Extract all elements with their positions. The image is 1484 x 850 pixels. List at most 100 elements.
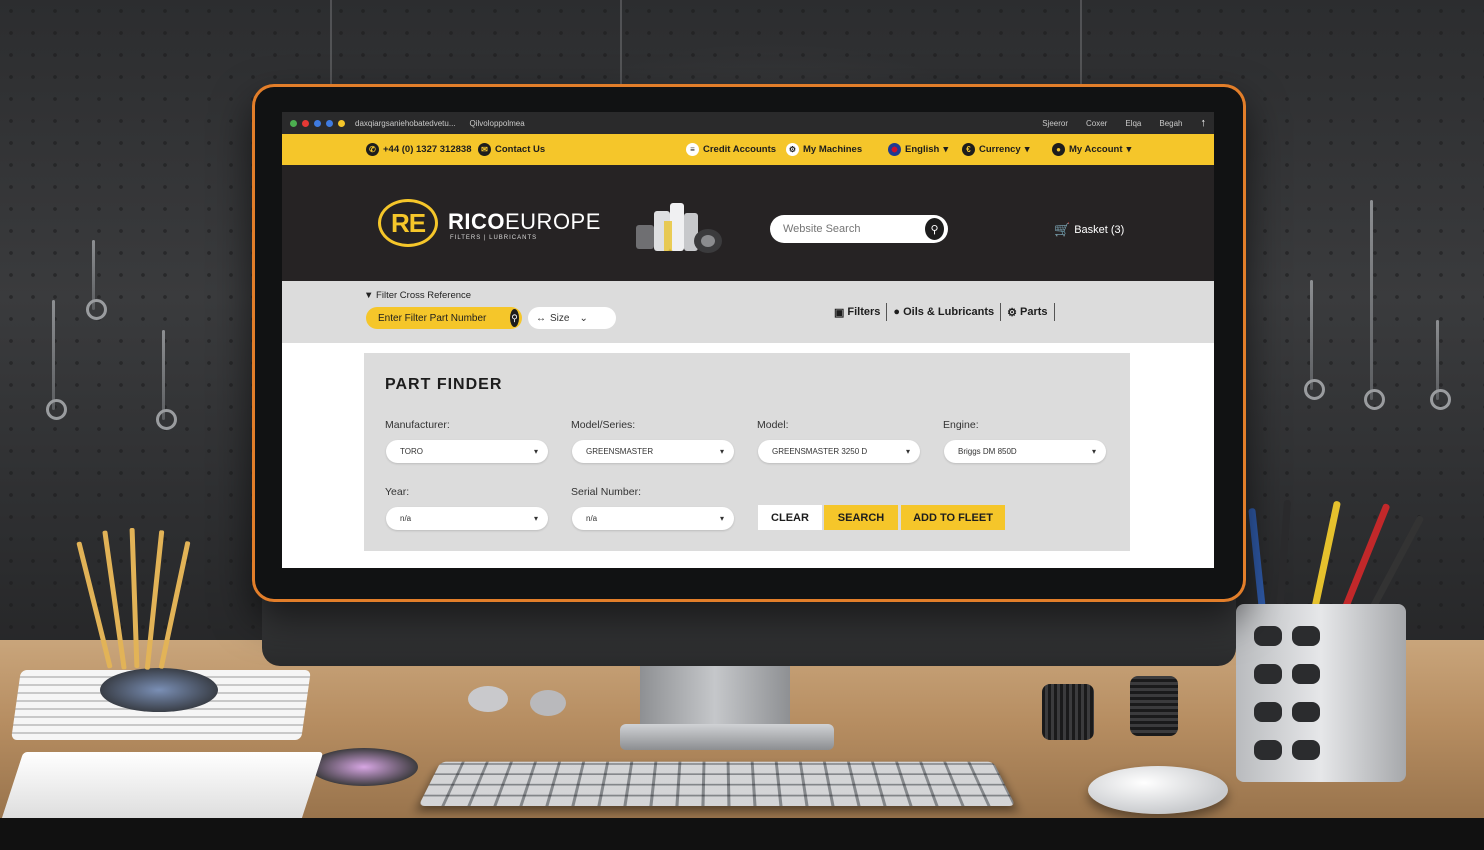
contact-link[interactable]: ✉ Contact Us bbox=[478, 143, 545, 156]
parts-icon: ⚙ bbox=[1007, 306, 1018, 319]
browser-menu-item[interactable]: Elqa bbox=[1125, 119, 1141, 128]
language-label: English bbox=[905, 144, 940, 155]
serial-number-label: Serial Number: bbox=[571, 486, 642, 498]
hanging-tool bbox=[1430, 320, 1451, 410]
model-select[interactable]: GREENSMASTER 3250 D ▾ bbox=[758, 440, 920, 463]
browser-menu-item[interactable]: Begah bbox=[1159, 119, 1182, 128]
notebook bbox=[0, 752, 324, 822]
language-selector[interactable]: English ▾ bbox=[888, 143, 948, 156]
search-icon[interactable]: ⚲ bbox=[925, 218, 944, 240]
part-number-input[interactable] bbox=[378, 312, 510, 324]
category-filters[interactable]: ▣ Filters bbox=[828, 303, 888, 321]
window-dot[interactable] bbox=[302, 119, 309, 127]
my-machines-label: My Machines bbox=[803, 144, 863, 155]
window-dot[interactable] bbox=[326, 119, 333, 127]
engine-select[interactable]: Briggs DM 850D ▾ bbox=[944, 440, 1106, 463]
serial-number-select[interactable]: n/a ▾ bbox=[572, 507, 734, 530]
credit-icon: ≡ bbox=[686, 143, 699, 156]
filter-part-number-field[interactable]: ⚲ bbox=[366, 307, 522, 329]
browser-menu-item[interactable]: Coxer bbox=[1086, 119, 1107, 128]
serial-number-value: n/a bbox=[586, 514, 598, 523]
window-dot[interactable] bbox=[314, 119, 321, 127]
basket-link[interactable]: 🛒 Basket (3) bbox=[1054, 222, 1124, 238]
cart-icon: 🛒 bbox=[1054, 222, 1071, 237]
chevron-down-icon: ⌄ bbox=[579, 312, 588, 324]
gear-icon: ⚙ bbox=[786, 143, 799, 156]
basket-label: Basket (3) bbox=[1074, 224, 1125, 236]
size-label: Size bbox=[550, 312, 570, 324]
currency-label: Currency bbox=[979, 144, 1021, 155]
caret-down-icon: ▾ bbox=[533, 514, 538, 523]
size-dropdown[interactable]: ↔ Size ⌄ bbox=[528, 307, 616, 329]
category-label: Filters bbox=[847, 306, 881, 318]
window-dot[interactable] bbox=[290, 119, 297, 127]
caret-down-icon: ▾ bbox=[943, 144, 949, 155]
brand-name[interactable]: RICOEUROPE bbox=[448, 209, 601, 235]
filter-icon: ▣ bbox=[834, 306, 845, 319]
credit-accounts-link[interactable]: ≡ Credit Accounts bbox=[686, 143, 776, 156]
uk-flag-icon bbox=[888, 143, 901, 156]
my-account-label: My Account bbox=[1069, 144, 1123, 155]
clear-button[interactable]: CLEAR bbox=[758, 505, 822, 530]
part-finder-title: PART FINDER bbox=[385, 376, 503, 393]
oil-drop-icon: ● bbox=[893, 306, 901, 318]
filter-part bbox=[530, 690, 566, 716]
category-label: Parts bbox=[1020, 306, 1048, 318]
website-search[interactable]: ⚲ bbox=[770, 215, 948, 243]
logo-mark[interactable]: RE bbox=[378, 199, 438, 247]
phone-number: +44 (0) 1327 312838 bbox=[383, 144, 472, 155]
browser-window: daxqiargsaniehobatedvetu... Qilvoloppolm… bbox=[282, 112, 1214, 568]
caret-down-icon: ▾ bbox=[1126, 144, 1132, 155]
caret-down-icon: ▾ bbox=[1091, 447, 1096, 456]
my-machines-link[interactable]: ⚙ My Machines bbox=[786, 143, 862, 156]
category-label: Oils & Lubricants bbox=[903, 306, 995, 318]
my-account-menu[interactable]: ● My Account ▾ bbox=[1052, 143, 1131, 156]
year-label: Year: bbox=[385, 486, 410, 498]
chat-icon: ✉ bbox=[478, 143, 491, 156]
model-series-label: Model/Series: bbox=[571, 419, 636, 431]
filter-part bbox=[468, 686, 508, 712]
caret-down-icon: ▾ bbox=[1024, 144, 1030, 155]
desk-scene: daxqiargsaniehobatedvetu... Qilvoloppolm… bbox=[0, 0, 1484, 850]
lens-object bbox=[310, 748, 418, 786]
engine-value: Briggs DM 850D bbox=[958, 447, 1017, 456]
model-label: Model: bbox=[757, 419, 789, 431]
lens-object bbox=[100, 668, 218, 712]
add-to-fleet-button[interactable]: ADD TO FLEET bbox=[901, 505, 1005, 530]
window-dot[interactable] bbox=[338, 119, 345, 127]
model-series-value: GREENSMASTER bbox=[586, 447, 654, 456]
category-parts[interactable]: ⚙ Parts bbox=[1001, 303, 1055, 321]
arrow-up-icon[interactable]: ↑ bbox=[1201, 117, 1207, 129]
model-series-select[interactable]: GREENSMASTER ▾ bbox=[572, 440, 734, 463]
manufacturer-select[interactable]: TORO ▾ bbox=[386, 440, 548, 463]
address-bar[interactable]: daxqiargsaniehobatedvetu... bbox=[355, 119, 456, 128]
hanging-tool bbox=[1304, 280, 1325, 400]
filter-subnav: ▼ Filter Cross Reference ⚲ ↔ Size ⌄ ▣ Fi… bbox=[282, 281, 1214, 343]
hanging-tool bbox=[86, 240, 107, 320]
category-oils[interactable]: ● Oils & Lubricants bbox=[887, 303, 1002, 321]
filter-part bbox=[1130, 676, 1178, 736]
brand-bold: RICO bbox=[448, 209, 505, 234]
browser-menu-item[interactable]: Sjeeror bbox=[1042, 119, 1068, 128]
pen-cup bbox=[1236, 604, 1406, 782]
search-button[interactable]: SEARCH bbox=[824, 505, 898, 530]
currency-selector[interactable]: € Currency ▾ bbox=[962, 143, 1030, 156]
part-finder-panel: PART FINDER Manufacturer: TORO ▾ Model/S… bbox=[364, 353, 1130, 551]
top-utility-bar: ✆ +44 (0) 1327 312838 ✉ Contact Us ≡ Cre… bbox=[282, 134, 1214, 165]
keyboard bbox=[418, 761, 1016, 807]
search-icon[interactable]: ⚲ bbox=[510, 309, 519, 327]
currency-icon: € bbox=[962, 143, 975, 156]
funnel-icon: ▼ bbox=[364, 290, 374, 301]
filter-cross-reference-label: Filter Cross Reference bbox=[376, 290, 472, 301]
browser-toolbar: daxqiargsaniehobatedvetu... Qilvoloppolm… bbox=[282, 112, 1214, 134]
manufacturer-label: Manufacturer: bbox=[385, 419, 450, 431]
search-input[interactable] bbox=[783, 223, 925, 235]
filter-cross-reference-toggle[interactable]: ▼ Filter Cross Reference bbox=[364, 290, 471, 301]
hanging-tool bbox=[156, 330, 177, 430]
year-select[interactable]: n/a ▾ bbox=[386, 507, 548, 530]
phone-icon: ✆ bbox=[366, 143, 379, 156]
browser-tab[interactable]: Qilvoloppolmea bbox=[470, 119, 525, 128]
brand-rest: EUROPE bbox=[505, 209, 601, 234]
user-icon: ● bbox=[1052, 143, 1065, 156]
phone-link[interactable]: ✆ +44 (0) 1327 312838 bbox=[366, 143, 471, 156]
